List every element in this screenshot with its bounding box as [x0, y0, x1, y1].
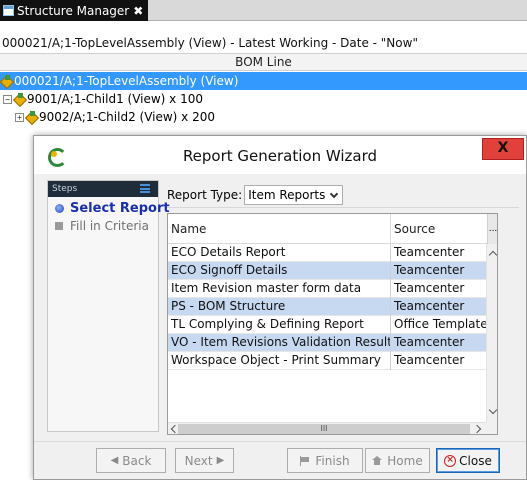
close-tab-icon[interactable]: ✖ [133, 4, 143, 18]
structure-manager-icon [3, 5, 14, 16]
step-label: Select Report [70, 201, 170, 216]
next-label: Next [184, 453, 213, 468]
cell-name: ECO Details Report [168, 244, 391, 262]
cell-name: TL Complying & Defining Report [168, 316, 391, 334]
back-button[interactable]: ◀ Back [96, 448, 166, 473]
dialog-titlebar[interactable]: Report Generation Wizard X [34, 136, 526, 174]
bom-row-top-level[interactable]: 000021/A;1-TopLevelAssembly (View) [0, 72, 527, 90]
dialog-close-button[interactable]: X [482, 138, 524, 160]
context-path: 000021/A;1-TopLevelAssembly (View) - Lat… [0, 32, 527, 54]
column-chooser-button[interactable]: ... [487, 214, 497, 244]
bom-line-icon [14, 93, 26, 105]
bom-row-child1[interactable]: − 9001/A;1-Child1 (View) x 100 [0, 90, 527, 108]
steps-header-label: Steps [52, 184, 78, 194]
current-step-icon [55, 204, 64, 213]
cell-name: VO - Item Revisions Validation Results [168, 334, 391, 352]
table-row[interactable]: ECO Details Report Teamcenter [168, 244, 488, 262]
column-header-bom-line[interactable]: BOM Line [0, 53, 527, 71]
home-icon [372, 455, 383, 466]
editor-tab-bar: Structure Manager ✖ [0, 0, 527, 21]
chevron-down-icon [329, 189, 339, 199]
cell-name: ECO Signoff Details [168, 262, 391, 280]
pending-step-icon [55, 221, 63, 230]
steps-header: Steps [48, 181, 158, 197]
table-row[interactable]: VO - Item Revisions Validation Results T… [168, 334, 488, 352]
cell-source: Teamcenter [394, 353, 465, 367]
scroll-down-icon[interactable] [488, 405, 497, 415]
expand-icon[interactable]: + [15, 112, 24, 122]
step-fill-in-criteria[interactable]: Fill in Criteria [48, 217, 158, 234]
bom-row-child2[interactable]: + 9002/A;1-Child2 (View) x 200 [0, 108, 527, 126]
cell-source: Teamcenter [394, 299, 465, 313]
report-type-label: Report Type: [167, 188, 243, 202]
finish-button[interactable]: Finish [287, 448, 363, 473]
scroll-thumb[interactable]: III [178, 424, 470, 434]
bom-line-icon [1, 75, 13, 87]
table-row[interactable]: TL Complying & Defining Report Office Te… [168, 316, 488, 334]
report-table: Name Source ... ECO Details Report Teamc… [167, 213, 498, 435]
table-row[interactable]: Workspace Object - Print Summary Teamcen… [168, 352, 488, 370]
bom-row-label: 9001/A;1-Child1 (View) x 100 [27, 92, 203, 106]
next-arrow-icon: ▶ [216, 455, 225, 466]
steps-panel: Steps Select Report Fill in Criteria [47, 180, 170, 432]
cell-source: Teamcenter [394, 245, 465, 259]
collapse-icon[interactable]: − [3, 94, 12, 104]
cell-name: PS - BOM Structure [168, 298, 391, 316]
tab-title: Structure Manager [17, 3, 130, 18]
cell-name: Workspace Object - Print Summary [168, 352, 391, 370]
close-circle-icon: × [444, 454, 457, 467]
step-label: Fill in Criteria [70, 218, 149, 233]
table-row[interactable]: ECO Signoff Details Teamcenter [168, 262, 488, 280]
report-type-value: Item Reports [248, 188, 326, 202]
horizontal-scrollbar[interactable]: III [168, 422, 486, 434]
cell-source: Teamcenter [394, 281, 465, 295]
vertical-scrollbar[interactable] [486, 244, 497, 422]
list-icon[interactable] [140, 184, 150, 193]
table-row[interactable]: PS - BOM Structure Teamcenter [168, 298, 488, 316]
dialog-title: Report Generation Wizard [182, 147, 378, 165]
divider [167, 207, 519, 208]
report-type-row: Report Type: Item Reports [167, 185, 344, 205]
column-header-name[interactable]: Name [168, 214, 391, 244]
cell-source: Office Template [394, 317, 488, 331]
home-label: Home [387, 453, 423, 468]
cell-source: Teamcenter [394, 263, 465, 277]
bom-line-icon [26, 111, 38, 123]
scroll-right-icon[interactable] [472, 424, 482, 434]
bom-row-label: 9002/A;1-Child2 (View) x 200 [39, 110, 215, 124]
bom-row-label: 000021/A;1-TopLevelAssembly (View) [14, 74, 239, 88]
back-label: Back [122, 453, 152, 468]
step-select-report[interactable]: Select Report [48, 200, 170, 217]
close-button[interactable]: × Close [436, 448, 500, 473]
finish-label: Finish [315, 453, 350, 468]
table-row[interactable]: Item Revision master form data Teamcente… [168, 280, 488, 298]
wizard-button-bar: ◀ Back Next ▶ Finish Home × Close [34, 441, 526, 479]
report-wizard-dialog: Report Generation Wizard X Steps Select … [33, 135, 527, 480]
cell-name: Item Revision master form data [168, 280, 391, 298]
report-type-select[interactable]: Item Reports [244, 185, 344, 205]
finish-flag-icon [300, 455, 310, 466]
next-button[interactable]: Next ▶ [175, 448, 234, 473]
scroll-up-icon[interactable] [488, 250, 497, 260]
tab-structure-manager[interactable]: Structure Manager ✖ [0, 0, 148, 21]
back-arrow-icon: ◀ [110, 455, 119, 466]
column-header-source[interactable]: Source [391, 214, 488, 244]
table-header: Name Source [168, 214, 488, 244]
scrollbar-corner [486, 422, 497, 434]
cell-source: Teamcenter [394, 335, 465, 349]
close-label: Close [459, 453, 492, 468]
home-button[interactable]: Home [365, 448, 430, 473]
